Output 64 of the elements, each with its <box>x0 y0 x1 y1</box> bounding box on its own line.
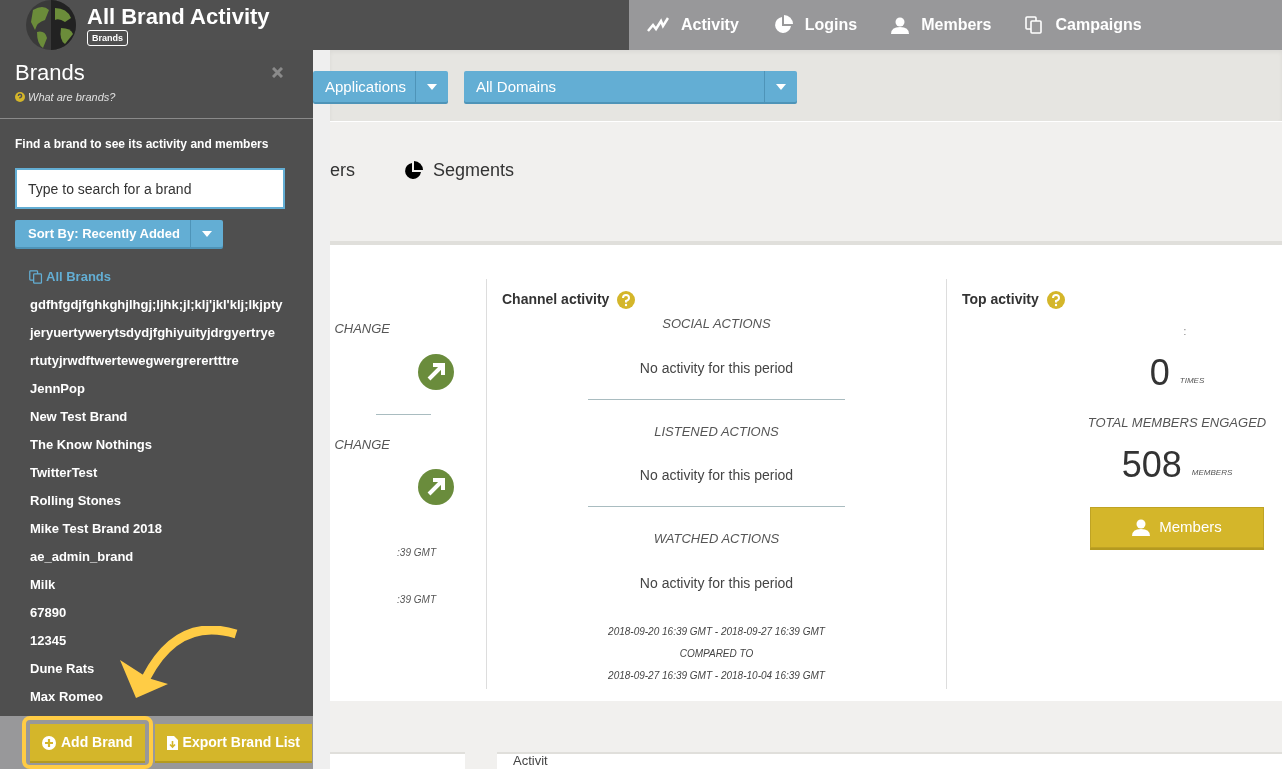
person-icon <box>1132 518 1151 536</box>
brand-item[interactable]: Milk <box>30 571 313 599</box>
activity-icon <box>647 17 669 33</box>
brand-item[interactable]: Dune Rats <box>30 655 313 683</box>
page-title: All Brand Activity <box>87 4 270 30</box>
brands-badge: Brands <box>87 30 128 46</box>
brand-item[interactable]: The Know Nothings <box>30 431 313 459</box>
unit-label: TIMES <box>1179 375 1205 387</box>
prompt-text: Find a brand to see its activity and members <box>15 136 270 153</box>
pie-chart-icon <box>403 160 423 181</box>
section-heading: WATCHED ACTIONS <box>653 530 780 548</box>
close-icon[interactable] <box>272 67 283 78</box>
caret-icon <box>201 230 212 237</box>
arrow-circle-icon <box>418 469 454 505</box>
empty-message: No activity for this period <box>639 466 794 485</box>
brand-item[interactable]: New Test Brand <box>30 403 313 431</box>
copies-icon <box>29 270 43 284</box>
brand-item[interactable]: gdfhfgdjfghkghjlhgj;ljhk;jl;klj'jkl'klj;lkjpty <box>30 291 313 319</box>
total-label: TOTAL MEMBERS ENGAGED <box>1087 414 1267 432</box>
period-text: COMPARED TO <box>679 646 754 661</box>
count-value: 0 <box>1149 353 1170 393</box>
period-text: 2018-09-20 16:39 GMT - 2018-09-27 16:39 GMT <box>608 624 825 639</box>
brand-item[interactable]: jeryuertywerytsdydjfghiyuityjdrgyertrye <box>30 319 313 347</box>
arrow-circle-icon <box>418 353 454 390</box>
caret-icon <box>776 83 786 90</box>
section-tab[interactable]: ers <box>330 157 355 184</box>
period-text: 2018-09-27 16:39 GMT - 2018-10-04 16:39 GMT <box>608 668 825 683</box>
empty-message: No activity for this period <box>639 573 794 593</box>
file-download-icon <box>166 735 178 750</box>
help-icon[interactable] <box>617 290 636 309</box>
section-title: Channel activity <box>502 290 610 309</box>
brand-item[interactable]: 12345 <box>30 627 313 655</box>
search-field[interactable]: Type to search for a brand <box>15 168 285 209</box>
brand-item[interactable]: 67890 <box>30 599 313 627</box>
pie-chart-icon <box>772 15 793 35</box>
section-heading: SOCIAL ACTIONS <box>662 315 771 333</box>
change-label: CHANGE <box>334 435 391 454</box>
unit-label: MEMBERS <box>1191 466 1233 479</box>
section-title: Top activity <box>962 290 1039 309</box>
caret-icon <box>427 83 437 90</box>
copies-icon <box>1025 16 1044 34</box>
card-title: Activit <box>513 754 549 768</box>
change-label: CHANGE <box>334 320 391 338</box>
help-icon <box>15 92 25 103</box>
globe-icon <box>25 0 77 50</box>
person-icon <box>891 16 910 34</box>
brand-item[interactable]: rtutyjrwdftwertewegwergrerertttre <box>30 347 313 375</box>
section-tab[interactable]: Segments <box>403 157 515 184</box>
panel-title: Brands <box>15 60 85 86</box>
brand-item[interactable]: TwitterTest <box>30 459 313 487</box>
brand-item[interactable]: JennPop <box>30 375 313 403</box>
help-link[interactable]: What are brands? <box>28 89 116 106</box>
date-text: :39 GMT <box>397 593 436 607</box>
date-text: :39 GMT <box>397 546 436 560</box>
section-heading: LISTENED ACTIONS <box>654 422 779 441</box>
empty-message: No activity for this period <box>639 358 794 378</box>
brand-item[interactable]: Max Romeo <box>30 683 313 711</box>
activity-label: : <box>1183 325 1187 339</box>
help-icon[interactable] <box>1046 290 1065 309</box>
plus-circle-icon <box>42 735 56 750</box>
brand-item[interactable]: ae_admin_brand <box>30 543 313 571</box>
brand-item[interactable]: Mike Test Brand 2018 <box>30 515 313 543</box>
brand-item[interactable]: Rolling Stones <box>30 487 313 515</box>
total-value: 508 <box>1121 444 1182 485</box>
